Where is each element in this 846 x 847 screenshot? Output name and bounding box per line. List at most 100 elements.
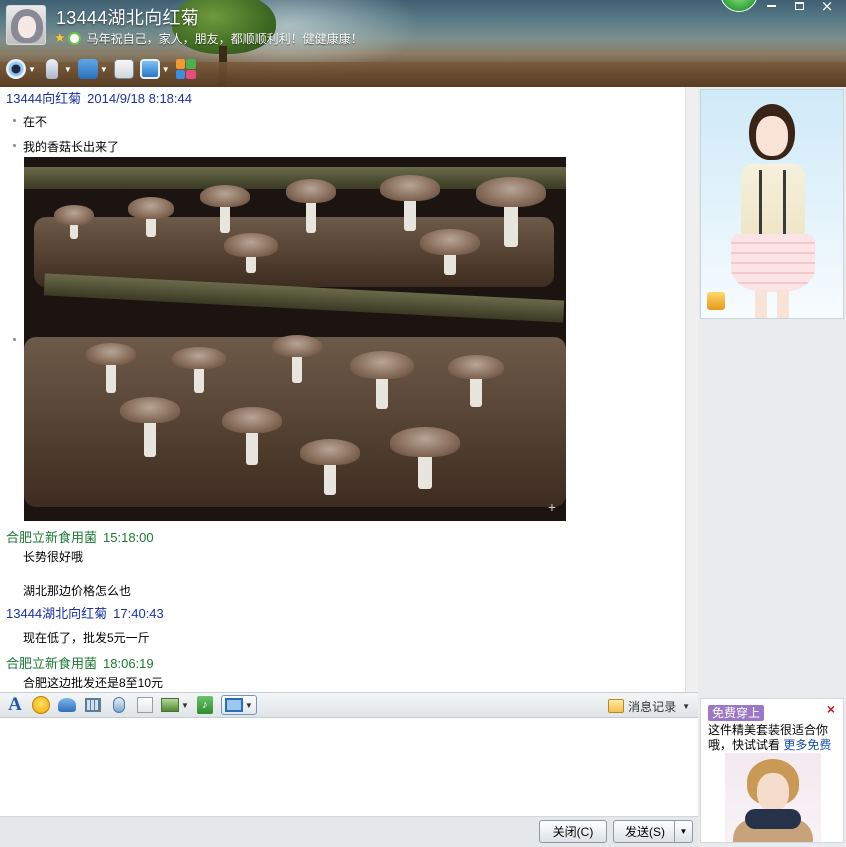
close-button[interactable]: 关闭(C) <box>539 820 607 843</box>
maximize-button[interactable] <box>788 0 810 13</box>
file-transfer-button[interactable]: ▼ <box>77 57 108 81</box>
mushroom-cap <box>476 177 546 207</box>
bottom-bar: 关闭(C) 发送(S) ▼ <box>0 816 698 847</box>
app-orb-icon[interactable] <box>720 0 758 12</box>
voice-call-button[interactable]: ▼ <box>42 57 72 81</box>
note-button[interactable] <box>135 695 155 715</box>
microphone-icon <box>45 59 58 79</box>
show-shirt <box>741 164 805 236</box>
emoji-icon <box>32 696 50 714</box>
ad-text-block: 这件精美套装很适合你哦，快试试看 更多免费 <box>708 723 840 753</box>
chevron-down-icon[interactable]: ▼ <box>682 702 690 711</box>
message-history-button[interactable]: 消息记录 ▼ <box>608 696 690 716</box>
mushroom-cap <box>200 185 250 207</box>
message-header: 合肥立新食用菌 18:06:19 <box>6 653 154 672</box>
mushroom-cap <box>390 427 460 457</box>
shake-button[interactable] <box>57 695 77 715</box>
message-text: 长势很好哦 <box>23 550 84 564</box>
image-icon <box>161 698 179 712</box>
shiitake-mushroom-photo[interactable]: + <box>24 157 566 521</box>
mushroom-cap <box>350 351 414 379</box>
chevron-down-icon[interactable]: ▼ <box>245 701 253 710</box>
message-sender[interactable]: 13444向红菊 <box>6 91 81 106</box>
chevron-down-icon[interactable]: ▼ <box>162 65 170 74</box>
mushroom-cap <box>420 229 480 255</box>
chevron-down-icon[interactable]: ▼ <box>28 65 36 74</box>
message-sender[interactable]: 13444湖北向红菊 <box>6 606 107 621</box>
status-row: ★ 马年祝自己，家人，朋友，都顺顺利利！健健康康！ <box>54 30 363 46</box>
outfit-ad-panel[interactable]: 免费穿上 × 这件精美套装很适合你哦，快试试看 更多免费 <box>700 698 844 843</box>
mushroom-cap <box>272 335 322 357</box>
apps-grid-icon <box>175 59 196 79</box>
apps-button[interactable] <box>175 57 196 81</box>
message-input[interactable] <box>0 718 698 816</box>
mushroom-cap <box>448 355 504 379</box>
ad-scarf <box>745 809 801 829</box>
screenshot-button[interactable]: ▼ <box>220 695 257 715</box>
folder-transfer-icon <box>77 59 98 79</box>
mushroom-cap <box>120 397 180 423</box>
input-toolbar: A ▼ ♪ ▼ 消息记录 ▼ <box>0 692 698 718</box>
voice-message-button[interactable] <box>109 695 129 715</box>
message-text: 合肥这边批发还是8至10元 <box>23 676 164 690</box>
video-call-button[interactable]: ▼ <box>6 57 36 81</box>
remote-desktop-button[interactable]: ▼ <box>139 57 170 81</box>
contact-avatar[interactable] <box>6 5 46 45</box>
send-options-chevron-icon[interactable]: ▼ <box>674 821 692 842</box>
doc-share-button[interactable] <box>113 57 134 81</box>
message-time: 15:18:00 <box>103 530 154 545</box>
screenshot-icon <box>224 698 243 712</box>
show-skirt <box>731 234 815 292</box>
show-face <box>756 116 788 156</box>
minimize-button[interactable] <box>760 0 782 13</box>
chevron-down-icon[interactable]: ▼ <box>64 65 72 74</box>
avatar-show-panel[interactable] <box>700 89 844 319</box>
edit-note-icon <box>137 697 153 713</box>
message-text: 现在低了，批发5元一斤 <box>23 631 150 645</box>
message-sender[interactable]: 合肥立新食用菌 <box>6 530 97 545</box>
ad-close-button[interactable]: × <box>827 701 835 717</box>
mushroom-cap <box>222 407 282 433</box>
chevron-down-icon[interactable]: ▼ <box>181 701 189 710</box>
send-button[interactable]: 发送(S) ▼ <box>613 820 693 843</box>
bullet-icon <box>13 144 16 147</box>
online-status-icon <box>67 31 81 45</box>
message-time: 18:06:19 <box>103 656 154 671</box>
mushroom-cap <box>300 439 360 465</box>
message-sender[interactable]: 合肥立新食用菌 <box>6 656 97 671</box>
message-time: 2014/9/18 8:18:44 <box>87 91 192 106</box>
free-try-badge[interactable]: 免费穿上 <box>708 705 765 721</box>
star-level-icon[interactable]: ★ <box>54 31 66 45</box>
music-icon: ♪ <box>196 696 213 714</box>
bullet-icon <box>13 338 16 341</box>
chat-scrollbar[interactable] <box>685 87 698 692</box>
mushroom-cap <box>380 175 440 201</box>
send-image-button[interactable]: ▼ <box>161 695 189 715</box>
message-header: 合肥立新食用菌 15:18:00 <box>6 527 154 546</box>
mushroom-cap <box>286 179 336 203</box>
show-legs <box>755 290 789 318</box>
ad-model-photo[interactable] <box>725 753 821 842</box>
message-header: 13444向红菊 2014/9/18 8:18:44 <box>6 88 192 107</box>
maximize-icon <box>794 2 804 10</box>
font-icon: A <box>8 694 22 715</box>
title-bar: 13444湖北向红菊 ★ 马年祝自己，家人，朋友，都顺顺利利！健健康康！ ▼ ▼… <box>0 0 846 87</box>
show-strap <box>759 170 762 236</box>
chevron-down-icon[interactable]: ▼ <box>100 65 108 74</box>
close-window-button[interactable]: × <box>816 0 838 14</box>
emoji-button[interactable] <box>31 695 51 715</box>
font-button[interactable]: A <box>5 694 25 715</box>
history-label: 消息记录 <box>628 699 677 714</box>
chat-history[interactable]: 13444向红菊 2014/9/18 8:18:44 在不 我的香菇长出来了 +… <box>0 87 698 692</box>
camera-icon <box>6 59 26 79</box>
ad-more-link[interactable]: 更多免费 <box>783 738 831 752</box>
message-header: 13444湖北向红菊 17:40:43 <box>6 603 164 622</box>
history-icon <box>608 699 625 713</box>
mushroom-cap <box>128 197 174 219</box>
gif-button[interactable] <box>83 695 103 715</box>
monitor-icon <box>139 59 160 79</box>
music-button[interactable]: ♪ <box>195 695 215 715</box>
ad-face <box>757 773 789 811</box>
thumbs-up-icon[interactable] <box>707 292 725 310</box>
image-expand-icon[interactable]: + <box>548 499 556 515</box>
